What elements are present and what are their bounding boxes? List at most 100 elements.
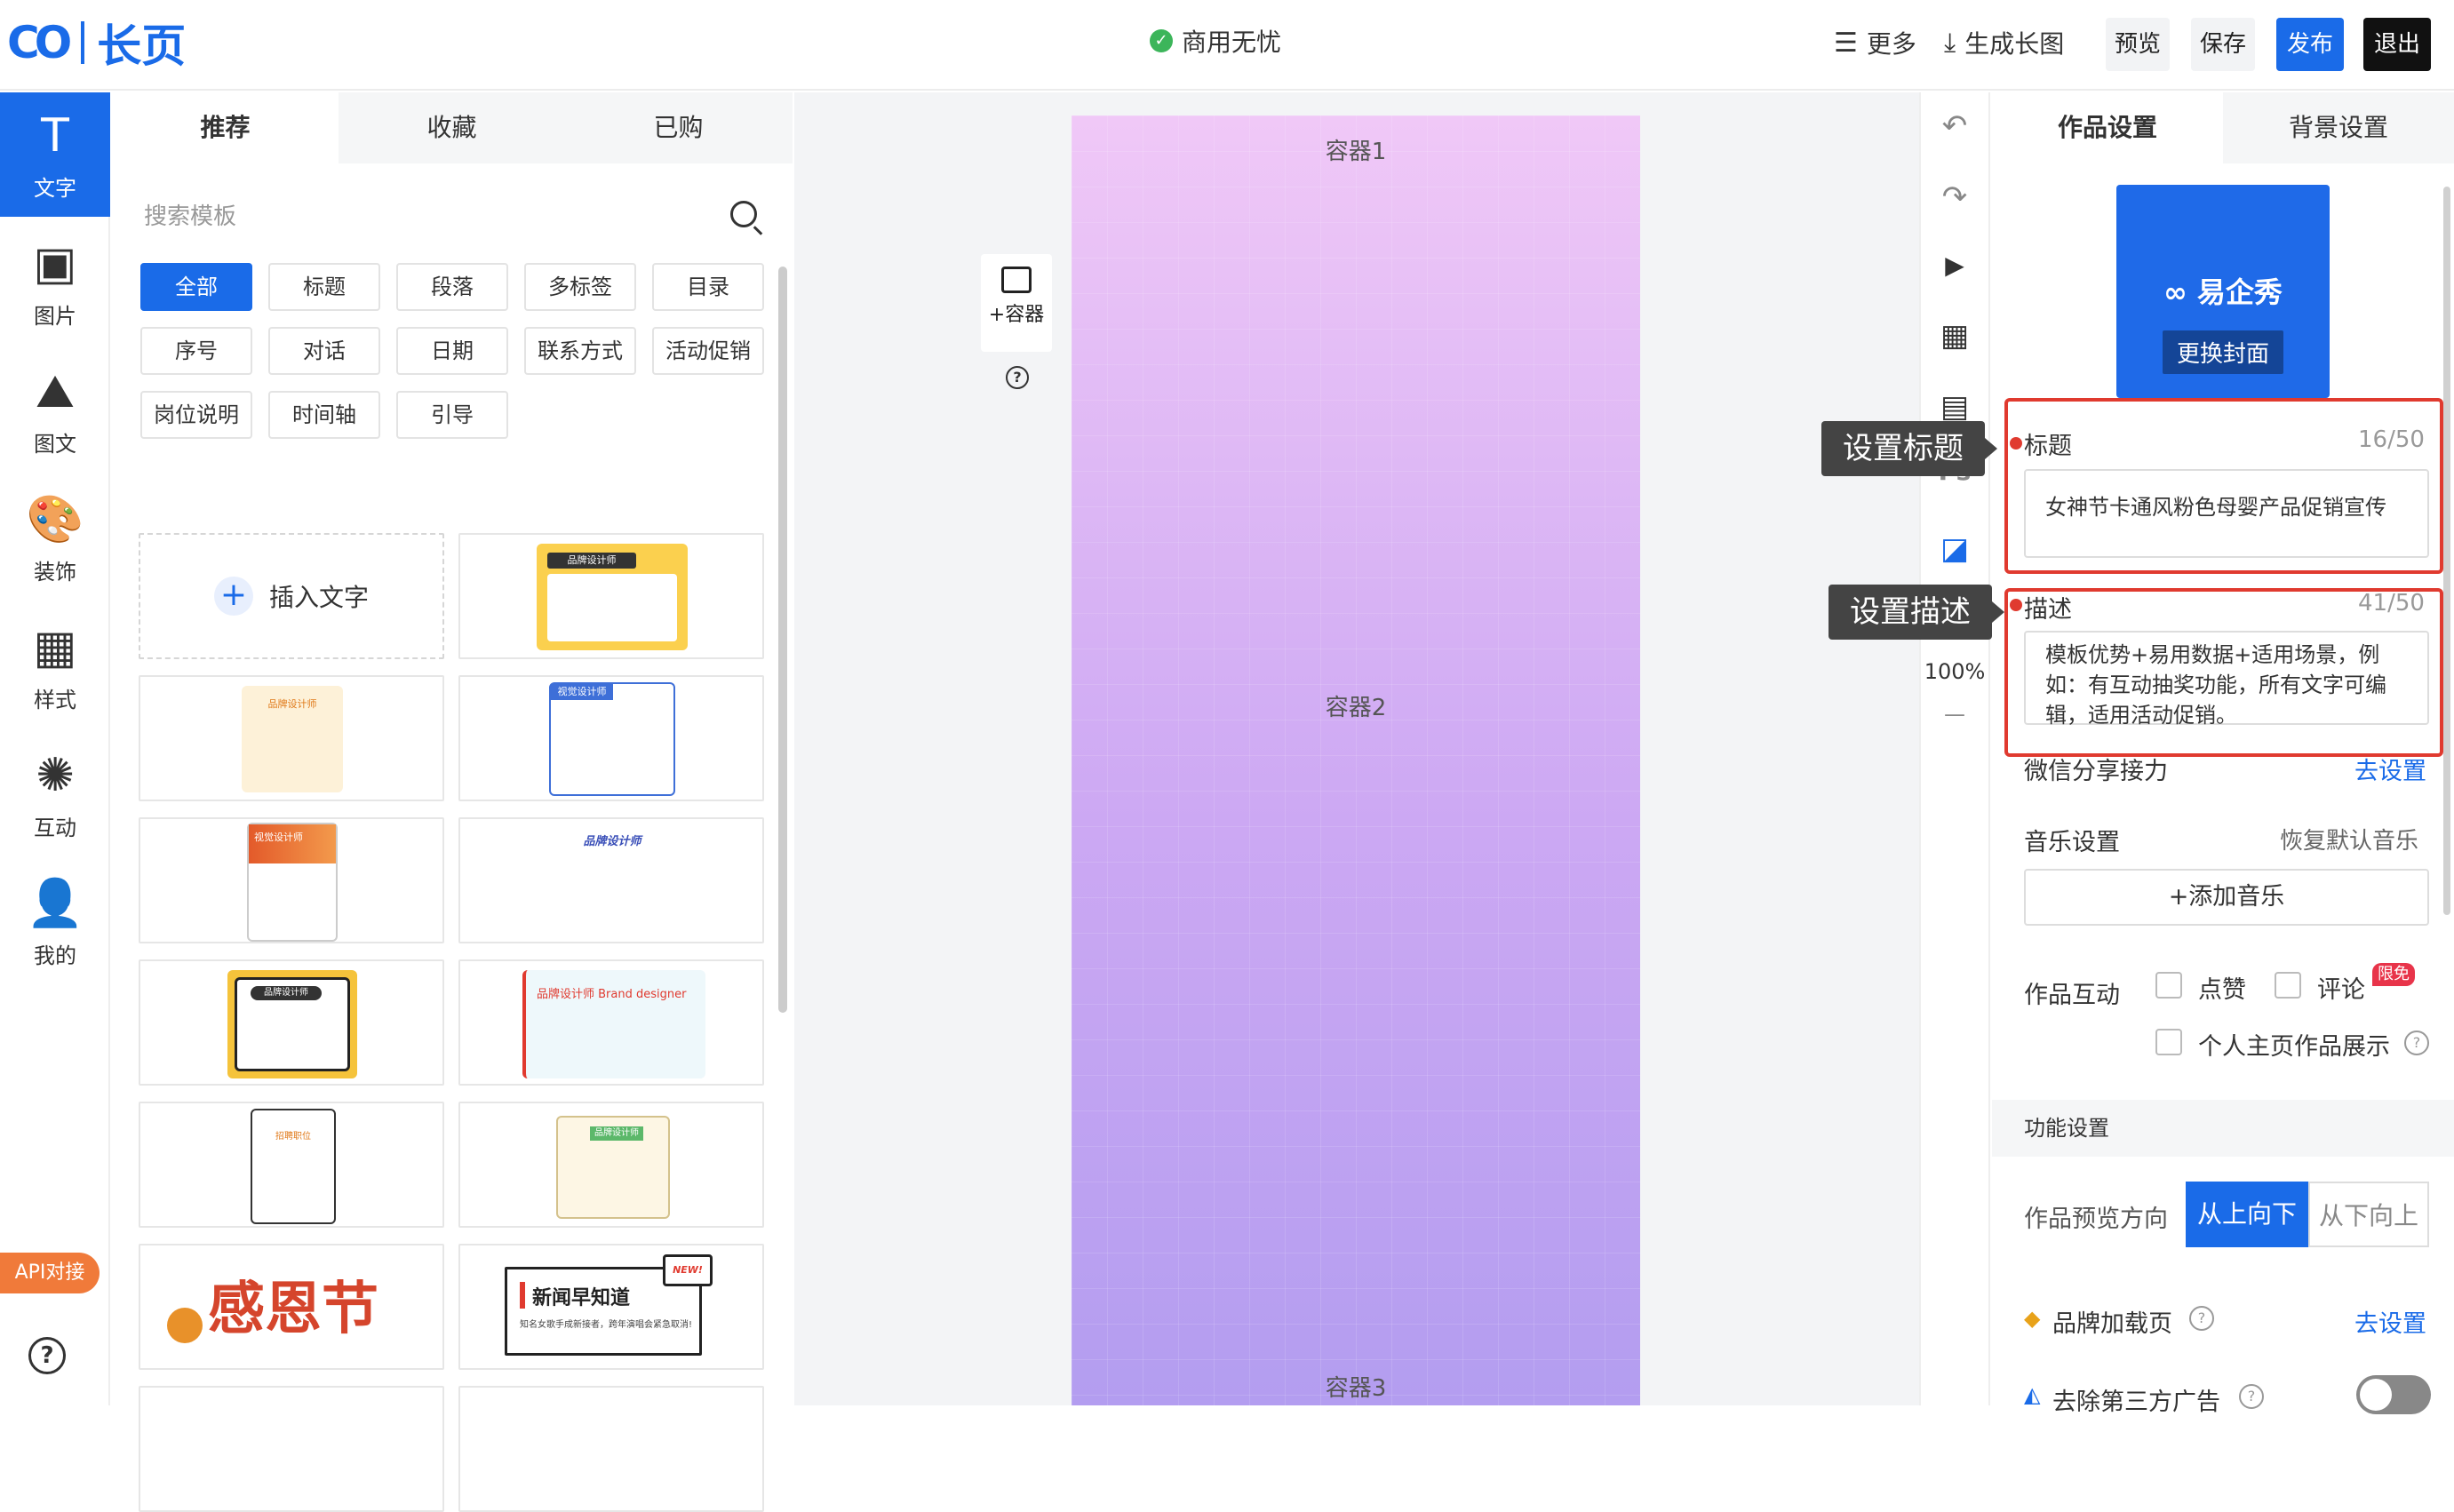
zoom-out-icon[interactable]: — — [1921, 702, 1988, 727]
rail-label: 我的 — [34, 943, 76, 968]
api-integration-button[interactable]: API对接 — [0, 1253, 100, 1293]
rail-item-interaction[interactable]: ✺ 互动 — [0, 732, 110, 856]
template-card[interactable]: 视觉设计师 — [458, 675, 764, 801]
plus-icon: + — [213, 577, 253, 616]
personal-show-checkbox[interactable] — [2155, 1029, 2182, 1055]
template-card[interactable]: 招聘职位 — [139, 1102, 444, 1228]
document-icon[interactable]: ▤ — [1921, 389, 1988, 425]
chip-catalog[interactable]: 目录 — [652, 263, 764, 311]
insert-text-card[interactable]: + 插入文字 — [139, 533, 444, 659]
tool-column: ↶ ↷ ▶ ▦ ▤ Ps ◪ 100% — — [1919, 92, 1990, 1405]
generate-long-image-button[interactable]: ⤓ 生成长图 — [1944, 25, 2064, 60]
description-label: 描述 — [2024, 596, 2072, 624]
chip-promotion[interactable]: 活动促销 — [652, 327, 764, 375]
template-card[interactable]: 新闻早知道 知名女歌手成新接者，跨年演唱会紧急取消! NEW! — [458, 1244, 764, 1370]
rail-item-mine[interactable]: 👤 我的 — [0, 860, 110, 984]
search-icon[interactable] — [730, 201, 757, 227]
add-music-button[interactable]: +添加音乐 — [2024, 869, 2429, 926]
rail-item-decoration[interactable]: 🎨 装饰 — [0, 476, 110, 601]
chip-date[interactable]: 日期 — [396, 327, 508, 375]
template-card[interactable]: 品牌设计师 Brand designer — [458, 959, 764, 1086]
chip-title[interactable]: 标题 — [268, 263, 380, 311]
check-circle-icon: ✓ — [1150, 29, 1173, 52]
template-card[interactable]: 品牌设计师 — [139, 675, 444, 801]
tab-background-settings[interactable]: 背景设置 — [2223, 92, 2454, 163]
comment-checkbox[interactable] — [2275, 972, 2301, 999]
chip-guide[interactable]: 引导 — [396, 391, 508, 439]
panel-scrollbar[interactable] — [778, 267, 787, 1013]
container-1-label: 容器1 — [1325, 139, 1387, 165]
more-button[interactable]: ☰ 更多 — [1834, 25, 1916, 60]
template-card[interactable]: 感恩节 — [139, 1244, 444, 1370]
chip-serial[interactable]: 序号 — [140, 327, 252, 375]
tab-purchased[interactable]: 已购 — [565, 92, 792, 163]
help-icon[interactable]: ? — [1006, 366, 1029, 389]
tab-work-settings[interactable]: 作品设置 — [1992, 92, 2223, 163]
bottom-up-option[interactable]: 从下向上 — [2308, 1182, 2429, 1247]
exit-button[interactable]: 退出 — [2363, 18, 2431, 71]
top-down-option[interactable]: 从上向下 — [2186, 1182, 2308, 1247]
search-input[interactable]: 搜索模板 — [144, 190, 757, 243]
template-card[interactable]: 视觉设计师 — [139, 817, 444, 943]
rail-item-text[interactable]: T 文字 — [0, 92, 110, 217]
chart-icon[interactable]: ◪ — [1921, 531, 1988, 567]
tab-favorites[interactable]: 收藏 — [339, 92, 565, 163]
preview-button[interactable]: 预览 — [2106, 18, 2170, 71]
template-card[interactable]: 品牌设计师 — [139, 959, 444, 1086]
reset-music-link[interactable]: 恢复默认音乐 — [2280, 823, 2418, 855]
thumb-body — [547, 574, 677, 641]
news-title: 新闻早知道 — [532, 1287, 631, 1309]
template-card[interactable] — [458, 1386, 764, 1512]
chip-job[interactable]: 岗位说明 — [140, 391, 252, 439]
settings-scrollbar[interactable] — [2443, 187, 2450, 915]
brand-loading-label: 品牌加载页 — [2052, 1310, 2172, 1338]
title-input[interactable]: 女神节卡通风粉色母婴产品促销宣传 — [2024, 469, 2429, 558]
template-card[interactable] — [139, 1386, 444, 1512]
redo-icon[interactable]: ↷ — [1921, 179, 1988, 215]
template-card[interactable]: 品牌设计师 — [458, 817, 764, 943]
info-icon[interactable]: ? — [2189, 1306, 2214, 1331]
app-logo[interactable]: CO 长页 — [7, 16, 186, 72]
info-icon[interactable]: ? — [2404, 1031, 2429, 1055]
canvas-area: +容器 ? 容器1 容器2 容器3 — [794, 92, 1919, 1405]
chip-multi-tag[interactable]: 多标签 — [524, 263, 636, 311]
remove-ads-label: 去除第三方广告 — [2052, 1389, 2220, 1416]
wechat-go-settings-link[interactable]: 去设置 — [2354, 752, 2426, 786]
chip-contact[interactable]: 联系方式 — [524, 327, 636, 375]
like-label: 点赞 — [2198, 976, 2246, 1004]
template-card[interactable]: 品牌设计师 — [458, 1102, 764, 1228]
brand-go-settings-link[interactable]: 去设置 — [2354, 1304, 2426, 1339]
thumb-title: 品牌设计师 Brand designer — [537, 988, 687, 1001]
save-button[interactable]: 保存 — [2191, 18, 2255, 71]
undo-icon[interactable]: ↶ — [1921, 108, 1988, 144]
play-icon[interactable]: ▶ — [1921, 251, 1988, 280]
image-icon — [1001, 267, 1032, 293]
ad-icon: ◭ — [2024, 1382, 2041, 1407]
rail-item-image[interactable]: ▣ 图片 — [0, 220, 110, 345]
rail-item-image-text[interactable]: ⛰ 图文 — [0, 348, 110, 473]
commercial-status: ✓ 商用无忧 — [1150, 23, 1281, 59]
chip-paragraph[interactable]: 段落 — [396, 263, 508, 311]
change-cover-button[interactable]: 更换封面 — [2162, 330, 2283, 374]
logo-mark-icon: CO — [7, 17, 72, 68]
like-checkbox[interactable] — [2155, 972, 2182, 999]
chip-all[interactable]: 全部 — [140, 263, 252, 311]
grid-icon[interactable]: ▦ — [1921, 318, 1988, 354]
set-title-tooltip: 设置标题 — [1821, 421, 1997, 476]
add-container-button[interactable]: +容器 — [981, 254, 1052, 352]
chip-dialog[interactable]: 对话 — [268, 327, 380, 375]
help-icon[interactable]: ? — [28, 1337, 66, 1374]
pumpkin-icon — [167, 1308, 203, 1343]
tab-recommended[interactable]: 推荐 — [112, 92, 339, 163]
rail-label: 文字 — [34, 176, 76, 201]
template-thumbnail: 品牌设计师 — [537, 544, 688, 650]
rail-item-style[interactable]: ▦ 样式 — [0, 604, 110, 728]
publish-button[interactable]: 发布 — [2276, 18, 2344, 71]
page-canvas[interactable]: 容器1 容器2 容器3 — [1072, 115, 1640, 1405]
music-settings-label: 音乐设置 — [2024, 829, 2120, 856]
description-input[interactable]: 模板优势+易用数据+适用场景，例如：有互动抽奖功能，所有文字可编辑，适用活动促销… — [2024, 631, 2429, 728]
template-card[interactable]: 品牌设计师 — [458, 533, 764, 659]
cover-image[interactable]: ∞ 易企秀 更换封面 — [2116, 185, 2330, 398]
chip-timeline[interactable]: 时间轴 — [268, 391, 380, 439]
remove-ads-toggle[interactable] — [2356, 1375, 2431, 1414]
